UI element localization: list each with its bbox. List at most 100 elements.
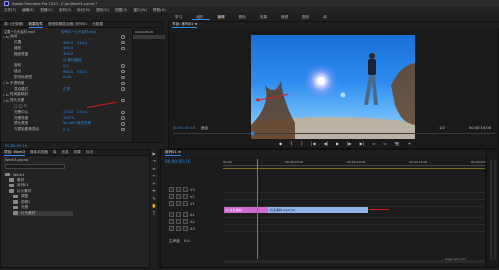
menu-item[interactable]: 视图(V) <box>115 8 127 13</box>
project-item[interactable]: 序列01 <box>9 183 29 188</box>
ec-tab[interactable]: 元数据 <box>92 22 103 27</box>
program-video-frame[interactable] <box>251 35 415 139</box>
transport-control-icon[interactable]: ◆ <box>279 141 282 146</box>
transport-control-icon[interactable]: ▶ <box>336 141 339 146</box>
zoom-select[interactable]: 适合 <box>201 126 208 131</box>
workspace-tab[interactable]: 音频 <box>281 15 288 20</box>
transport-control-icon[interactable]: ⇦ <box>372 141 375 146</box>
property-value[interactable]: 100.0 <box>63 52 73 56</box>
timeline-work-area[interactable] <box>223 168 485 169</box>
project-item[interactable]: 视频1 <box>13 200 30 205</box>
lock-icon[interactable] <box>169 194 174 199</box>
tool-button[interactable]: ⇔ <box>151 166 157 172</box>
tool-button[interactable]: ⇹ <box>151 188 157 194</box>
reset-icon[interactable] <box>121 98 125 103</box>
menu-item[interactable]: 窗口(W) <box>133 8 147 13</box>
tool-button[interactable]: ✂ <box>151 181 157 187</box>
reset-icon[interactable] <box>121 127 125 132</box>
workspace-tab[interactable]: 编辑 <box>217 15 224 20</box>
workspace-tab[interactable]: 图形 <box>302 15 309 20</box>
workspace-tab[interactable]: 库 <box>323 15 327 20</box>
project-tab[interactable]: 媒体浏览器 <box>30 150 48 155</box>
project-item[interactable]: 调整 <box>13 194 28 199</box>
tool-button[interactable]: T <box>151 211 157 217</box>
lock-icon[interactable] <box>169 219 174 224</box>
property-value[interactable]: 474.0 <box>63 110 73 114</box>
track-lane[interactable] <box>223 186 485 193</box>
sync-icon[interactable] <box>176 226 181 231</box>
track-lane[interactable] <box>223 225 485 232</box>
reset-icon[interactable] <box>121 87 125 91</box>
property-value-2[interactable]: 224.0 <box>77 110 87 114</box>
property-value[interactable]: 100.0 <box>63 46 73 50</box>
property-value-2[interactable]: 540.0 <box>77 70 87 74</box>
lock-icon[interactable] <box>169 187 174 192</box>
project-tab[interactable]: 库 <box>53 150 57 155</box>
workspace-tab[interactable]: 学习 <box>175 15 182 20</box>
transport-control-icon[interactable]: |▶ <box>347 141 351 146</box>
reset-icon[interactable] <box>121 116 125 120</box>
tab-program[interactable]: 节目: 序列01 ≡ <box>172 22 198 28</box>
transport-control-icon[interactable]: } <box>301 141 304 146</box>
project-item[interactable]: 素材 <box>9 178 24 183</box>
video-clip-fx[interactable]: fx 片头素材 <box>224 207 268 213</box>
menu-item[interactable]: 帮助(H) <box>153 8 166 13</box>
property-value[interactable]: 0.00 <box>63 75 71 79</box>
menu-item[interactable]: 剪辑(C) <box>40 8 53 13</box>
property-value[interactable]: 50-300 毫米变焦 <box>63 121 91 126</box>
tool-button[interactable]: ✋ <box>151 203 157 209</box>
track-name[interactable]: V2 <box>190 195 195 199</box>
timeline-ruler[interactable]: 00:00 00:00:05:00 00:00:10:00 00:00:15:00 00… <box>223 160 489 166</box>
project-search-input[interactable] <box>5 164 65 169</box>
menu-item[interactable]: 文件(F) <box>4 8 16 13</box>
lock-icon[interactable] <box>169 212 174 217</box>
property-value[interactable]: ☑ 等比缩放 <box>63 58 82 63</box>
track-name[interactable]: A2 <box>190 220 195 224</box>
resolution-select[interactable]: 1/2 <box>439 126 445 130</box>
property-value[interactable]: 0.0 <box>63 64 69 68</box>
reset-icon[interactable] <box>121 81 125 86</box>
timeline-playhead[interactable] <box>257 159 258 259</box>
eye-icon[interactable] <box>183 187 188 192</box>
sync-icon[interactable] <box>176 219 181 224</box>
tool-button[interactable]: ▶ <box>151 151 157 157</box>
transport-control-icon[interactable]: ▶| <box>360 141 364 146</box>
lock-icon[interactable] <box>169 201 174 206</box>
lock-icon[interactable] <box>169 226 174 231</box>
transport-control-icon[interactable]: + <box>408 141 411 146</box>
menu-item[interactable]: 标记(M) <box>77 8 90 13</box>
sync-icon[interactable] <box>176 212 181 217</box>
project-item[interactable]: Work3 <box>5 172 24 177</box>
project-item[interactable]: 片头素材 <box>9 189 31 194</box>
transport-control-icon[interactable]: { <box>290 141 293 146</box>
property-value-2[interactable]: 540.0 <box>77 41 87 45</box>
project-item[interactable]: 光照 <box>13 205 28 210</box>
menu-item[interactable]: 编辑(E) <box>22 8 34 13</box>
project-tab[interactable]: 信息 <box>62 150 69 155</box>
master-track-value[interactable]: 0.0 <box>184 239 190 244</box>
tool-button[interactable]: ⇿ <box>151 173 157 179</box>
eye-icon[interactable] <box>183 201 188 206</box>
effect-keyframe-area[interactable]: 00:00:05:00 <box>132 29 165 149</box>
property-value[interactable]: 960.0 <box>63 70 73 74</box>
sync-icon[interactable] <box>176 194 181 199</box>
workspace-tab[interactable]: 颜色 <box>239 15 246 20</box>
reset-icon[interactable] <box>121 35 125 39</box>
ec-tab[interactable]: 源: (无剪辑) <box>4 22 24 27</box>
eye-icon[interactable] <box>183 219 188 224</box>
transport-control-icon[interactable]: |◀ <box>311 141 315 146</box>
reset-icon[interactable] <box>121 64 125 68</box>
video-clip-main[interactable]: 片头素材.mp4 [V] <box>268 207 368 213</box>
track-name[interactable]: V3 <box>190 188 195 192</box>
ec-tab[interactable]: 音频剪辑混合器: 序列01 <box>48 22 87 27</box>
property-value[interactable]: 0 % <box>63 128 70 132</box>
timeline-timecode[interactable]: 00:00:05:16 <box>165 159 191 164</box>
property-value[interactable]: 100 % <box>63 116 74 120</box>
sync-icon[interactable] <box>176 201 181 206</box>
transport-control-icon[interactable]: ⇨ <box>383 141 386 146</box>
track-lane[interactable] <box>223 193 485 200</box>
tool-button[interactable]: ✎ <box>151 196 157 202</box>
track-name[interactable]: A1 <box>190 213 195 217</box>
workspace-tab[interactable]: 效果 <box>260 15 267 20</box>
eye-icon[interactable] <box>183 212 188 217</box>
